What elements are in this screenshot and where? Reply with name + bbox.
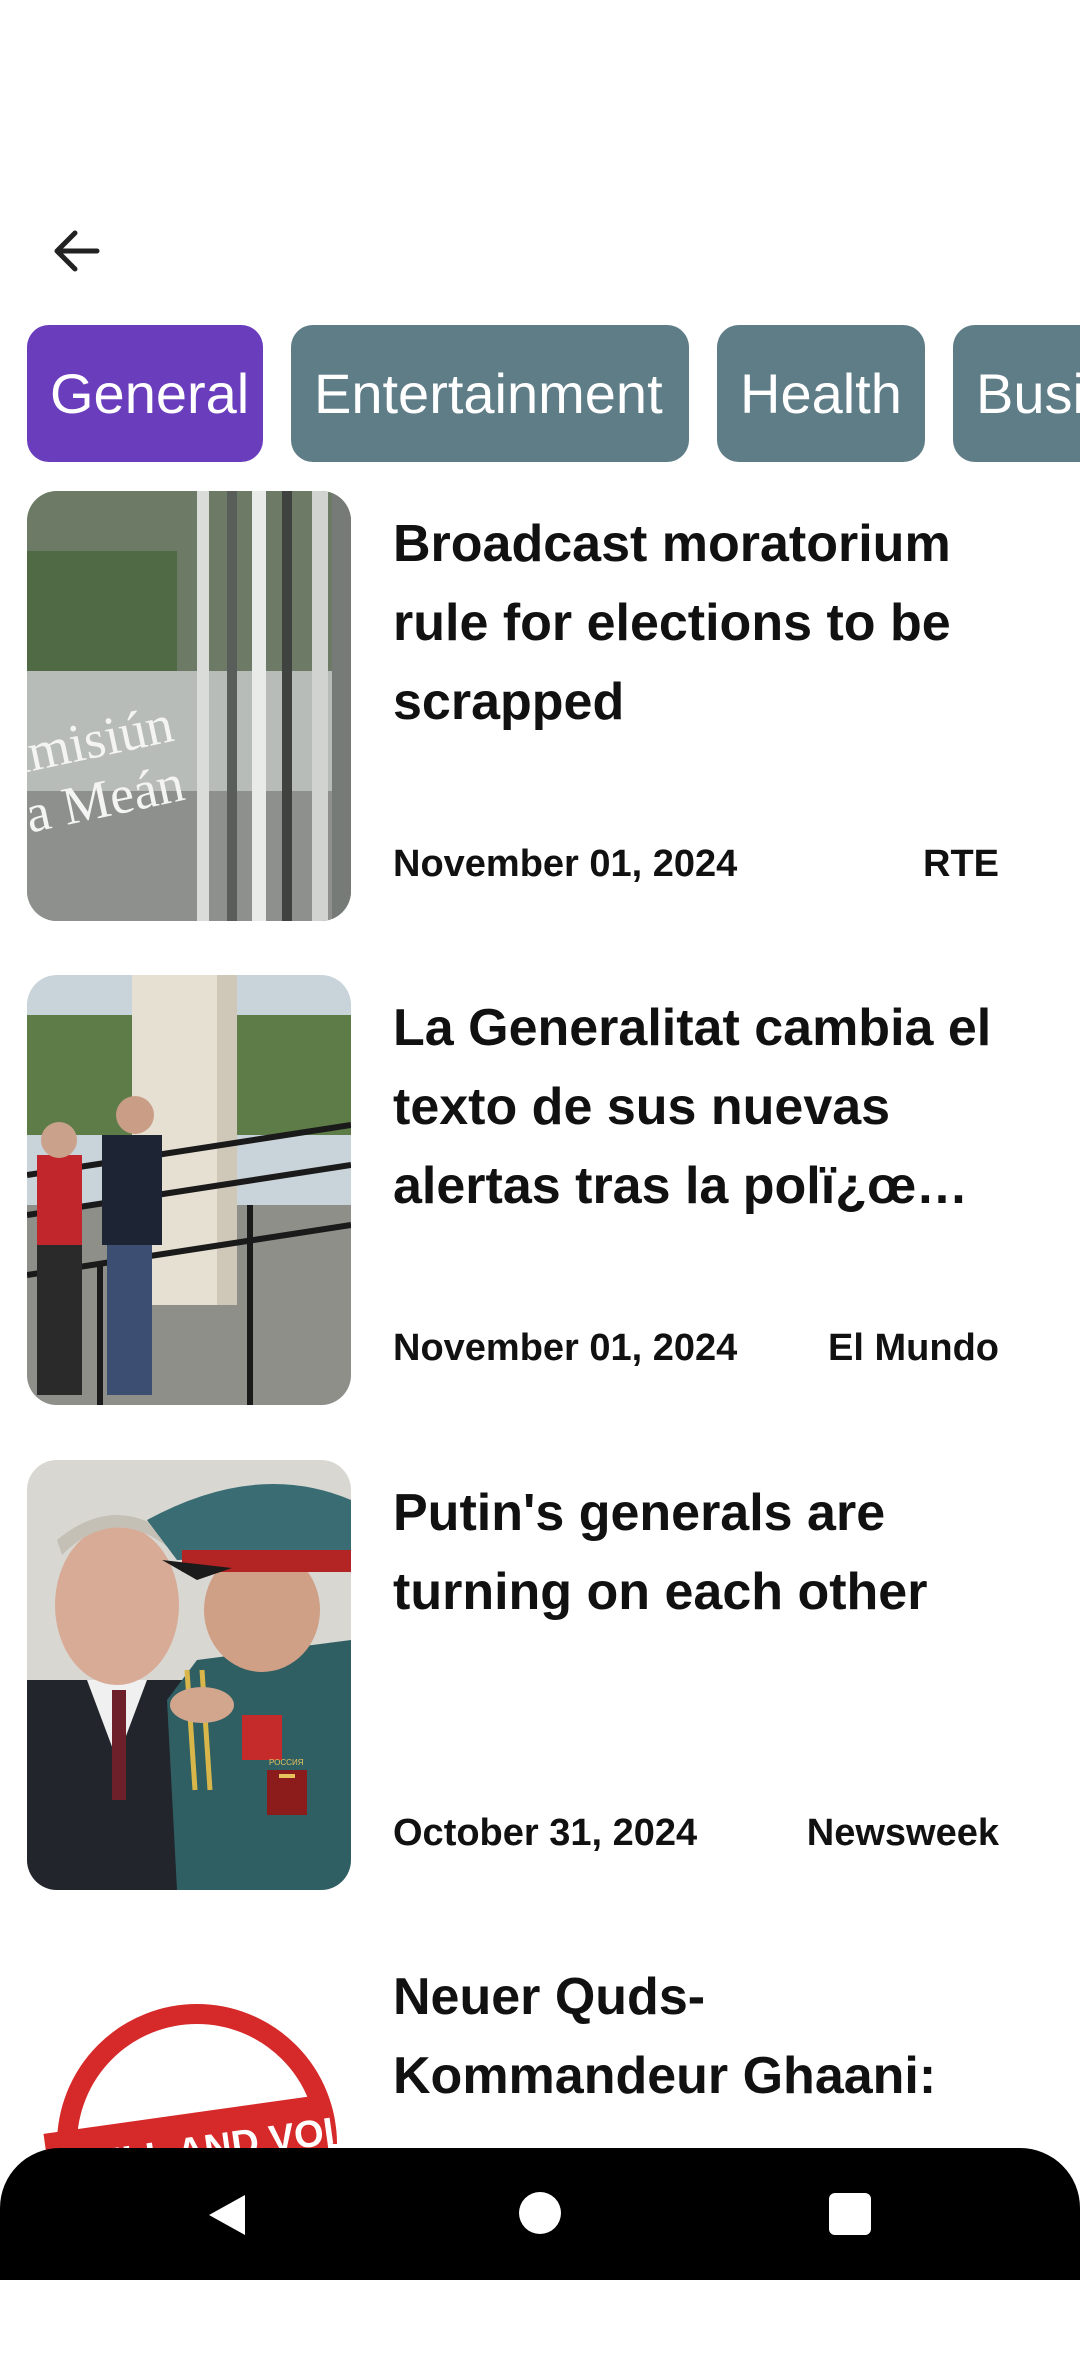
- article-source: El Mundo: [828, 1327, 999, 1369]
- back-button[interactable]: [36, 210, 118, 292]
- tab-health[interactable]: Health: [717, 325, 925, 462]
- article-thumbnail: РОССИЯ: [27, 1460, 351, 1890]
- article-title: Broadcast moratorium rule for elections …: [393, 515, 951, 731]
- article-date: November 01, 2024: [393, 1327, 738, 1369]
- tab-entertainment[interactable]: Entertainment: [291, 325, 689, 462]
- article-title: La Generalitat cambia el texto de sus nu…: [393, 999, 992, 1215]
- article-source: Newsweek: [806, 1812, 999, 1854]
- svg-text:РОССИЯ: РОССИЯ: [269, 1758, 304, 1767]
- circle-home-icon[interactable]: [519, 2192, 561, 2234]
- article-item[interactable]: imisiún a Meán Broadcast moratorium rule…: [0, 491, 1080, 921]
- article-thumbnail: imisiún a Meán: [27, 491, 351, 921]
- category-tabs: General Entertainment Health Business: [0, 325, 1080, 462]
- article-item[interactable]: La Generalitat cambia el texto de sus nu…: [0, 975, 1080, 1405]
- tab-general[interactable]: General: [27, 325, 263, 462]
- system-navigation-bar: [0, 2148, 1080, 2280]
- article-title: Putin's generals are turning on each oth…: [393, 1484, 928, 1621]
- triangle-back-icon: [209, 2195, 245, 2235]
- article-title: Neuer Quds-Kommandeur Ghaani:: [393, 1968, 937, 2105]
- nav-back-button[interactable]: [205, 2193, 247, 2242]
- article-item[interactable]: РОССИЯ Putin's generals are turning on e…: [0, 1460, 1080, 1890]
- article-thumbnail: [27, 975, 351, 1405]
- article-date: October 31, 2024: [393, 1812, 698, 1854]
- square-recent-icon[interactable]: [829, 2193, 871, 2235]
- tab-business[interactable]: Business: [953, 325, 1080, 462]
- arrow-left-icon: [54, 230, 100, 272]
- article-date: November 01, 2024: [393, 843, 738, 885]
- article-source: RTE: [923, 843, 999, 885]
